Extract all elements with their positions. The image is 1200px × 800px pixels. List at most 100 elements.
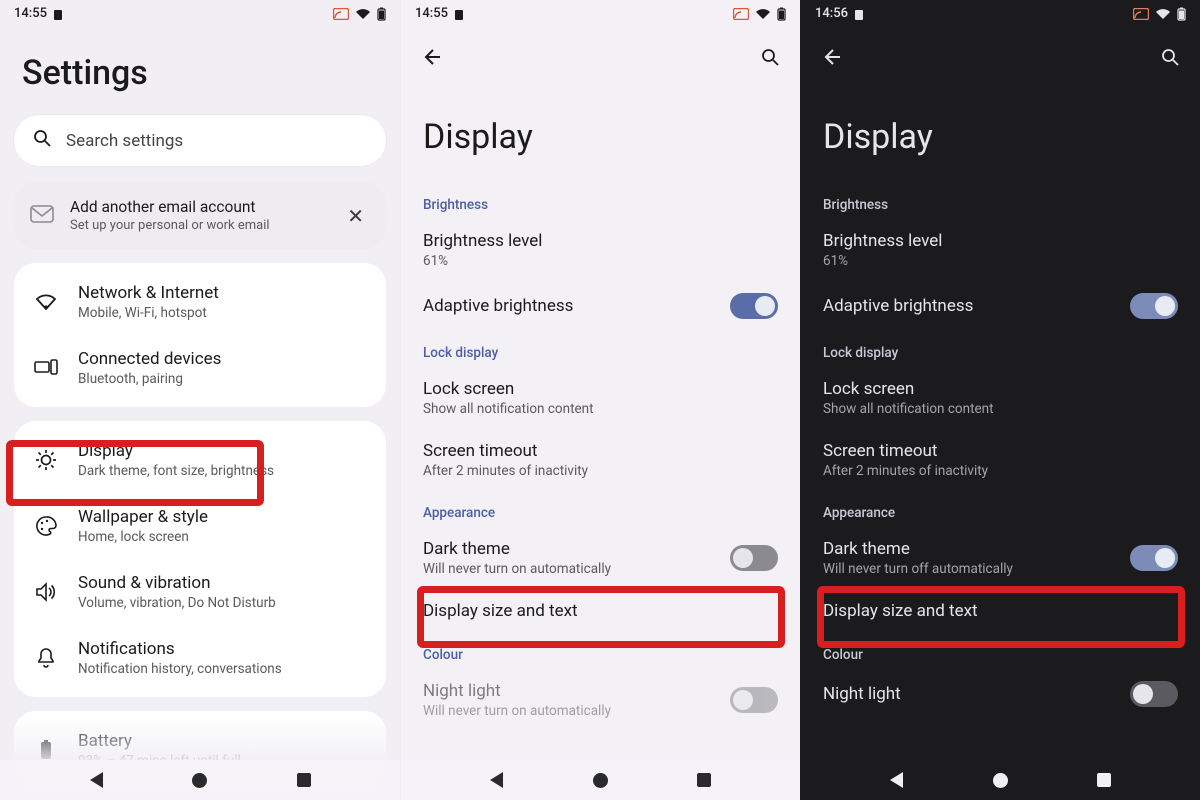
- section-colour: Colour: [801, 633, 1200, 669]
- row-brightness-level[interactable]: Brightness level 61%: [401, 219, 800, 281]
- row-label: Adaptive brightness: [423, 296, 730, 316]
- screenshot-settings-root: 14:55 Settings Sea: [0, 0, 400, 800]
- settings-item-label: Connected devices: [78, 349, 221, 369]
- row-sub: 61%: [423, 253, 778, 269]
- settings-item-label: Sound & vibration: [78, 573, 276, 593]
- nav-recents-icon[interactable]: [297, 773, 311, 787]
- row-display-size[interactable]: Display size and text: [801, 589, 1200, 633]
- search-button[interactable]: [1156, 43, 1184, 71]
- status-time: 14:55: [415, 6, 448, 21]
- row-label: Adaptive brightness: [823, 296, 1130, 316]
- battery-status-icon: [1177, 7, 1186, 21]
- row-dark-theme[interactable]: Dark theme Will never turn on automatica…: [401, 527, 800, 589]
- row-adaptive-brightness[interactable]: Adaptive brightness: [801, 281, 1200, 331]
- settings-item-display[interactable]: Display Dark theme, font size, brightnes…: [18, 427, 382, 493]
- nav-bar: [0, 760, 400, 800]
- settings-item-sub: Home, lock screen: [78, 529, 208, 545]
- volume-icon: [32, 582, 60, 602]
- row-label: Brightness level: [423, 231, 778, 251]
- nav-home-icon[interactable]: [993, 773, 1008, 788]
- toggle-dark-theme[interactable]: [1130, 545, 1178, 571]
- toggle-dark-theme[interactable]: [730, 545, 778, 571]
- search-placeholder: Search settings: [66, 131, 183, 151]
- search-button[interactable]: [756, 43, 784, 71]
- section-lock-display: Lock display: [801, 331, 1200, 367]
- row-label: Dark theme: [823, 539, 1130, 559]
- status-bar: 14:55: [401, 0, 800, 25]
- cast-icon: [333, 8, 349, 20]
- back-button[interactable]: [417, 43, 445, 71]
- toggle-night-light[interactable]: [1130, 681, 1178, 707]
- section-colour: Colour: [401, 633, 800, 669]
- nav-back-icon[interactable]: [90, 772, 103, 788]
- row-screen-timeout[interactable]: Screen timeout After 2 minutes of inacti…: [401, 429, 800, 491]
- row-lock-screen[interactable]: Lock screen Show all notification conten…: [401, 367, 800, 429]
- row-night-light[interactable]: Night light Will never turn on automatic…: [401, 669, 800, 731]
- screenshot-display-dark: 14:56 Display Brightness Brightness leve…: [800, 0, 1200, 800]
- nav-recents-icon[interactable]: [697, 773, 711, 787]
- row-dark-theme[interactable]: Dark theme Will never turn off automatic…: [801, 527, 1200, 589]
- settings-group-connectivity: Network & Internet Mobile, Wi-Fi, hotspo…: [14, 263, 386, 407]
- back-button[interactable]: [817, 43, 845, 71]
- row-sub: Will never turn off automatically: [823, 561, 1130, 577]
- page-title: Display: [401, 77, 800, 183]
- row-brightness-level[interactable]: Brightness level 61%: [801, 219, 1200, 281]
- settings-item-label: Network & Internet: [78, 283, 219, 303]
- section-appearance: Appearance: [801, 491, 1200, 527]
- row-label: Lock screen: [423, 379, 778, 399]
- nav-bar: [801, 760, 1200, 800]
- wifi-status-icon: [755, 8, 771, 20]
- nav-recents-icon[interactable]: [1097, 773, 1111, 787]
- app-bar: [801, 25, 1200, 77]
- battery-status-icon: [377, 7, 386, 21]
- mail-icon: [30, 204, 54, 228]
- settings-item-network[interactable]: Network & Internet Mobile, Wi-Fi, hotspo…: [18, 269, 382, 335]
- row-screen-timeout[interactable]: Screen timeout After 2 minutes of inacti…: [801, 429, 1200, 491]
- toggle-adaptive-brightness[interactable]: [730, 293, 778, 319]
- row-sub: Show all notification content: [823, 401, 1178, 417]
- row-adaptive-brightness[interactable]: Adaptive brightness: [401, 281, 800, 331]
- row-label: Lock screen: [823, 379, 1178, 399]
- section-lock-display: Lock display: [401, 331, 800, 367]
- search-icon: [32, 128, 52, 153]
- row-sub: After 2 minutes of inactivity: [423, 463, 778, 479]
- wifi-status-icon: [355, 8, 371, 20]
- settings-item-sub: Volume, vibration, Do Not Disturb: [78, 595, 276, 611]
- row-display-size[interactable]: Display size and text: [401, 589, 800, 633]
- nav-home-icon[interactable]: [192, 773, 207, 788]
- nav-home-icon[interactable]: [593, 773, 608, 788]
- settings-item-wallpaper[interactable]: Wallpaper & style Home, lock screen: [18, 493, 382, 559]
- toggle-adaptive-brightness[interactable]: [1130, 293, 1178, 319]
- toggle-night-light[interactable]: [730, 687, 778, 713]
- sim-icon: [454, 8, 464, 20]
- app-bar: [401, 25, 800, 77]
- settings-item-label: Display: [78, 441, 274, 461]
- section-brightness: Brightness: [401, 183, 800, 219]
- suggestion-card-add-email[interactable]: Add another email account Set up your pe…: [14, 182, 386, 249]
- row-label: Night light: [423, 681, 730, 701]
- section-brightness: Brightness: [801, 183, 1200, 219]
- settings-item-label: Notifications: [78, 639, 282, 659]
- search-settings[interactable]: Search settings: [14, 115, 386, 166]
- battery-status-icon: [777, 7, 786, 21]
- settings-item-label: Wallpaper & style: [78, 507, 208, 527]
- sim-icon: [53, 8, 63, 20]
- row-label: Dark theme: [423, 539, 730, 559]
- dismiss-suggestion-button[interactable]: ✕: [341, 200, 370, 232]
- bell-icon: [32, 647, 60, 669]
- row-night-light[interactable]: Night light: [801, 669, 1200, 719]
- brightness-icon: [32, 449, 60, 471]
- settings-item-notifications[interactable]: Notifications Notification history, conv…: [18, 625, 382, 691]
- nav-back-icon[interactable]: [490, 772, 503, 788]
- row-label: Screen timeout: [423, 441, 778, 461]
- section-appearance: Appearance: [401, 491, 800, 527]
- suggestion-title: Add another email account: [70, 198, 270, 216]
- settings-group-device: Display Dark theme, font size, brightnes…: [14, 421, 386, 697]
- settings-item-connected-devices[interactable]: Connected devices Bluetooth, pairing: [18, 335, 382, 401]
- row-label: Screen timeout: [823, 441, 1178, 461]
- status-time: 14:56: [815, 6, 848, 21]
- row-sub: 61%: [823, 253, 1178, 269]
- row-lock-screen[interactable]: Lock screen Show all notification conten…: [801, 367, 1200, 429]
- settings-item-sound[interactable]: Sound & vibration Volume, vibration, Do …: [18, 559, 382, 625]
- nav-back-icon[interactable]: [890, 772, 903, 788]
